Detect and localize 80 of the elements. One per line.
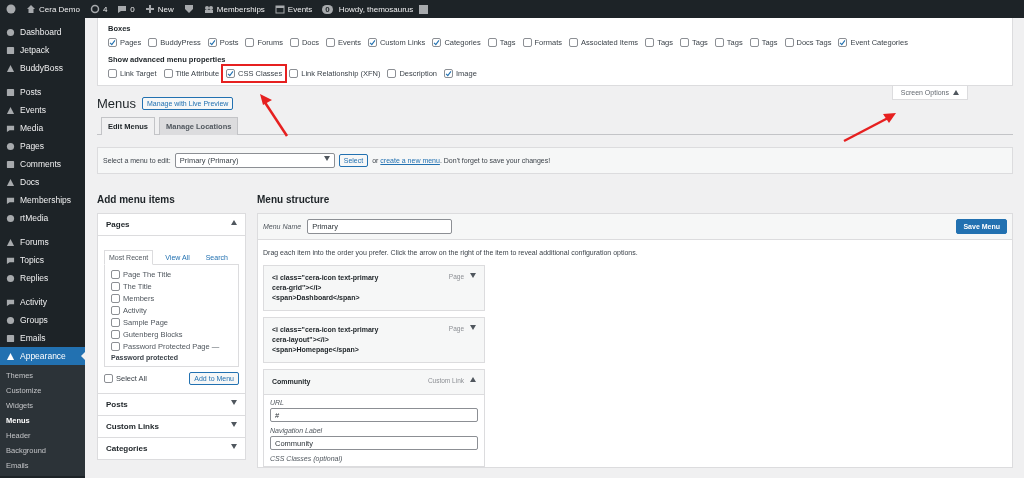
sidebar-item[interactable]: Media	[0, 119, 85, 137]
notification-count[interactable]: 0	[322, 4, 333, 14]
checkbox[interactable]	[443, 69, 453, 78]
caret-icon[interactable]	[953, 90, 959, 95]
caret-icon[interactable]	[470, 377, 476, 382]
checkbox[interactable]	[645, 38, 655, 47]
checkbox[interactable]	[111, 294, 120, 303]
sidebar-item[interactable]: Memberships	[0, 191, 85, 209]
caret-icon[interactable]	[231, 400, 237, 405]
checkbox[interactable]	[569, 38, 578, 47]
sidebar-item[interactable]: Dashboard	[0, 23, 85, 41]
checkbox[interactable]	[432, 38, 442, 47]
annotation-arrow	[843, 112, 897, 142]
checkbox[interactable]	[111, 282, 120, 291]
checkbox[interactable]	[245, 38, 255, 47]
sidebar-item[interactable]: Docs	[0, 173, 85, 191]
checkbox[interactable]	[714, 38, 724, 47]
checkbox[interactable]	[838, 38, 848, 47]
section-heading: Menu structure	[257, 194, 331, 205]
sidebar-item[interactable]: rtMedia	[0, 209, 85, 227]
section-heading: Add menu items	[97, 194, 176, 205]
checkbox[interactable]	[111, 270, 120, 279]
home-icon	[26, 4, 36, 14]
panel-title[interactable]: Custom Links	[106, 422, 159, 431]
caret-icon[interactable]	[231, 220, 237, 225]
sidebar-item[interactable]: Appearance	[0, 347, 85, 365]
checkbox[interactable]	[163, 69, 173, 78]
sidebar-item[interactable]: BuddyBoss	[0, 59, 85, 77]
sidebar-item[interactable]: Jetpack	[0, 41, 85, 59]
checkbox[interactable]	[104, 374, 113, 383]
sidebar-item[interactable]: Emails	[0, 329, 85, 347]
checkbox[interactable]	[111, 318, 120, 327]
avatar-icon[interactable]	[419, 4, 429, 14]
checkbox[interactable]	[111, 342, 120, 351]
checkbox[interactable]	[387, 69, 397, 78]
checkbox[interactable]	[111, 306, 120, 315]
panel-title[interactable]: Pages	[106, 220, 130, 229]
comment-icon	[117, 4, 128, 14]
checkbox[interactable]	[522, 38, 532, 47]
checkbox[interactable]	[226, 69, 236, 78]
site-link[interactable]: Cera Demo	[39, 4, 80, 14]
caret-icon[interactable]	[231, 444, 237, 449]
sidebar-item[interactable]: Groups	[0, 311, 85, 329]
sidebar-item[interactable]: Topics	[0, 251, 85, 269]
sidebar-item[interactable]: Forums	[0, 233, 85, 251]
sidebar-item[interactable]: Activity	[0, 293, 85, 311]
checkbox[interactable]	[289, 69, 299, 78]
panel-title[interactable]: Categories	[106, 444, 148, 453]
checkbox[interactable]	[108, 38, 117, 47]
checkbox[interactable]	[367, 38, 377, 47]
toolbar-link[interactable]: Events	[287, 4, 313, 14]
plus-icon	[144, 4, 155, 14]
caret-icon[interactable]	[323, 156, 330, 161]
shield-icon[interactable]	[183, 4, 194, 14]
checkbox[interactable]	[148, 38, 158, 47]
checkbox[interactable]	[108, 69, 117, 78]
checkbox[interactable]	[111, 330, 120, 339]
checkbox[interactable]	[207, 38, 217, 47]
caret-icon[interactable]	[470, 325, 476, 330]
sidebar-item[interactable]: Pages	[0, 137, 85, 155]
caret-icon[interactable]	[470, 273, 476, 278]
toolbar-link[interactable]: Memberships	[216, 4, 265, 14]
sidebar-item[interactable]: Replies	[0, 269, 85, 287]
checkbox[interactable]	[679, 38, 689, 47]
new-link[interactable]: New	[157, 4, 174, 14]
checkbox[interactable]	[289, 38, 299, 47]
checkbox[interactable]	[326, 38, 335, 47]
caret-icon[interactable]	[231, 422, 237, 427]
sidebar-item[interactable]: Comments	[0, 155, 85, 173]
sidebar-item[interactable]: Posts	[0, 83, 85, 101]
updates-count[interactable]: 4	[102, 4, 108, 14]
annotation-arrow	[258, 93, 290, 137]
comments-count[interactable]: 0	[130, 4, 135, 14]
panel-title[interactable]: Posts	[106, 400, 128, 409]
sidebar-item[interactable]: Events	[0, 101, 85, 119]
page-title: Menus	[97, 96, 137, 111]
greeting-link[interactable]: Howdy, themosaurus	[338, 4, 414, 14]
checkbox[interactable]	[487, 38, 497, 47]
checkbox[interactable]	[749, 38, 759, 47]
checkbox[interactable]	[784, 38, 794, 47]
